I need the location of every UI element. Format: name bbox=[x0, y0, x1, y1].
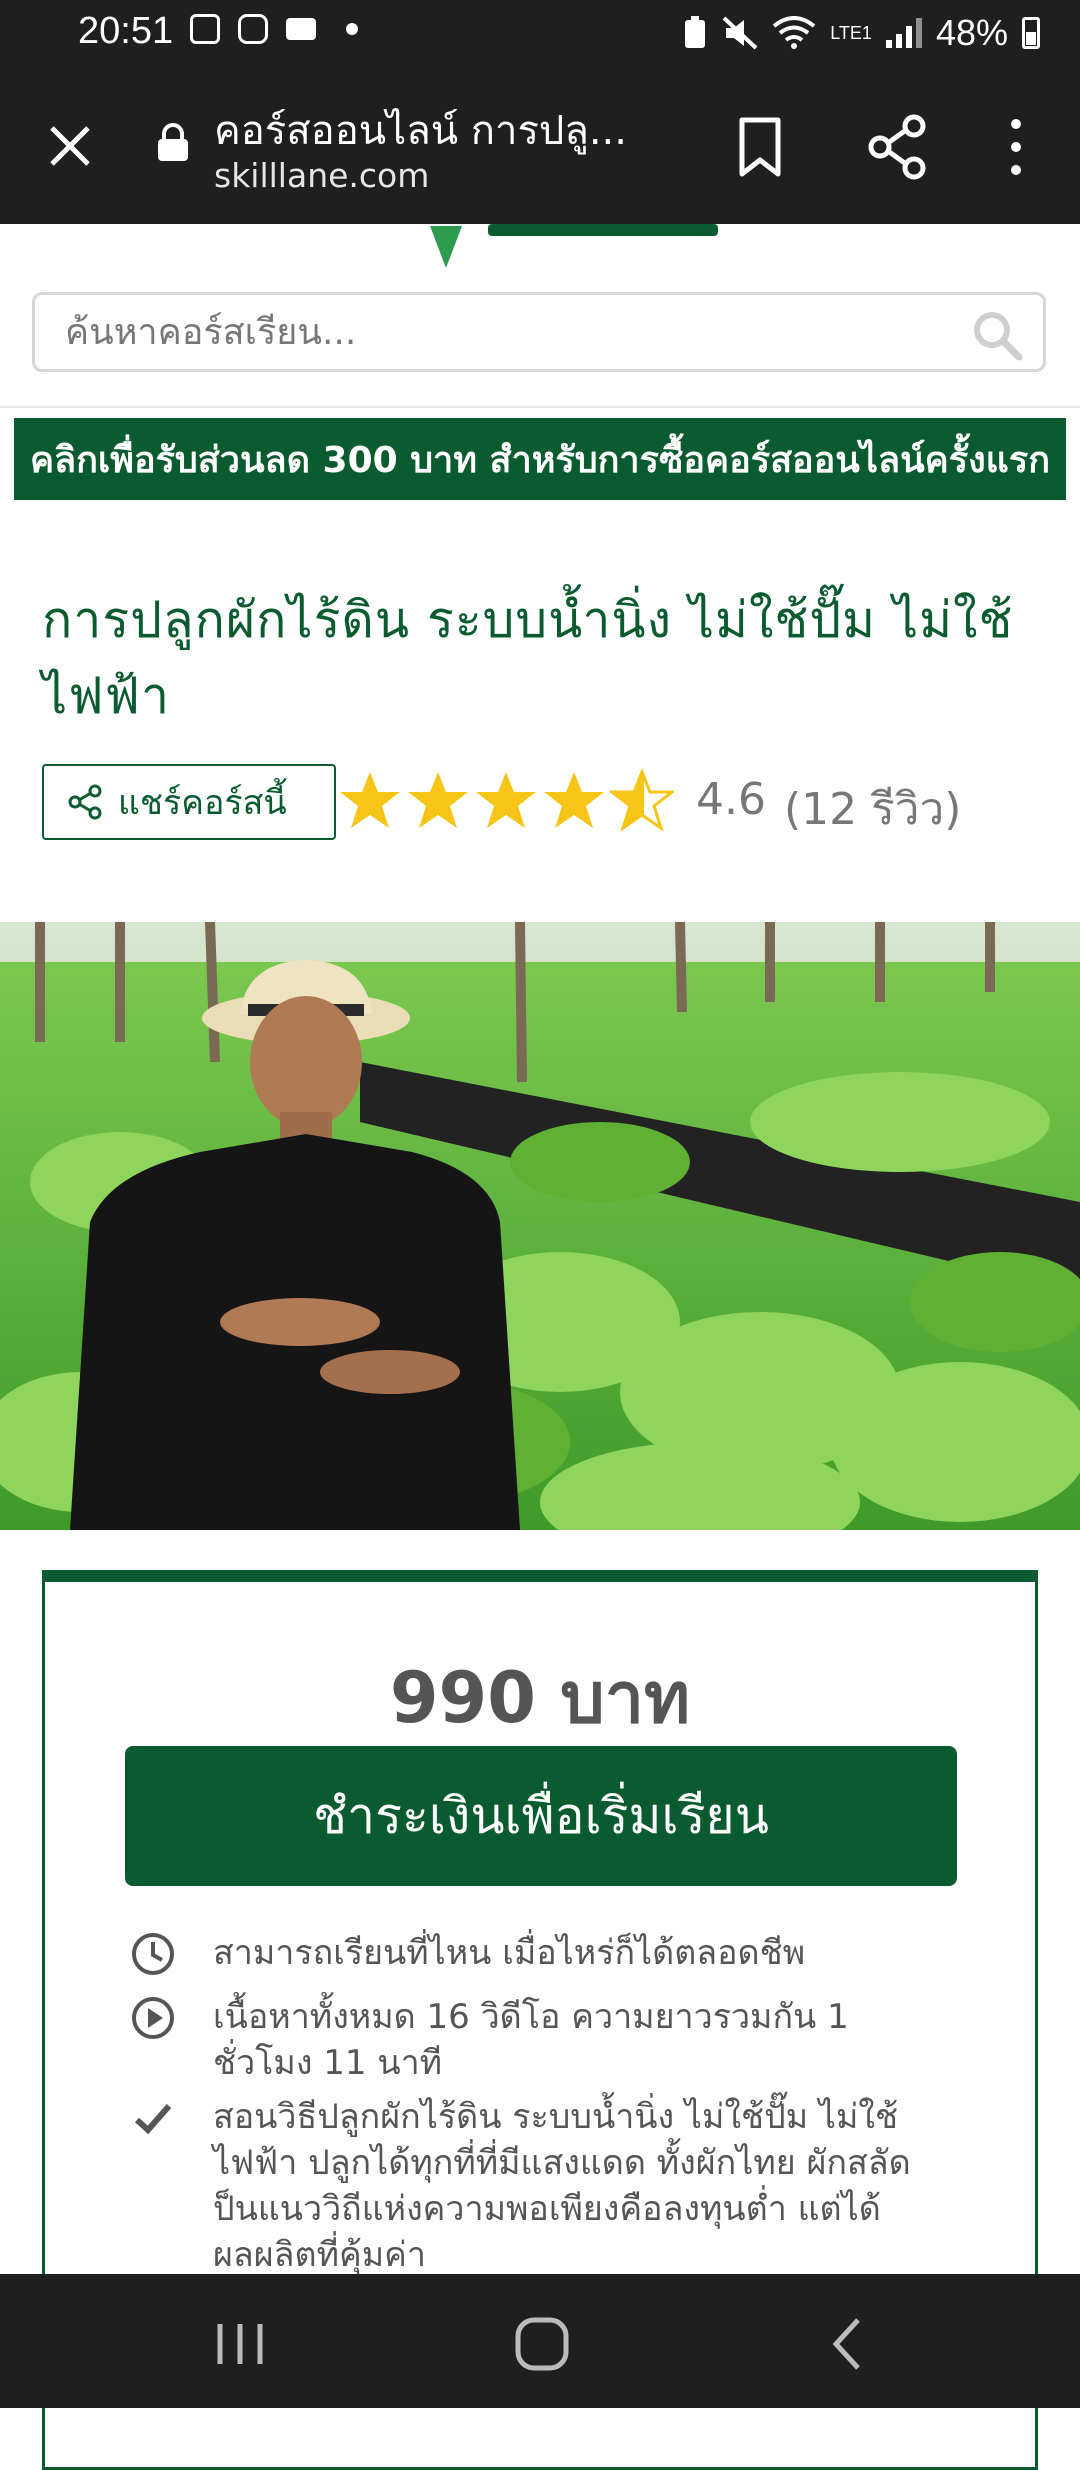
signal-icon bbox=[885, 18, 922, 48]
battery-percent: 48% bbox=[935, 12, 1008, 53]
search-icon[interactable] bbox=[971, 309, 1023, 361]
star-full-icon bbox=[476, 772, 536, 828]
share-icon bbox=[68, 784, 102, 820]
recents-button[interactable] bbox=[212, 2318, 268, 2370]
star-half-icon bbox=[610, 768, 674, 832]
bookmark-button[interactable] bbox=[730, 112, 790, 182]
status-bar: 20:51 LTE1 48% bbox=[0, 0, 1080, 68]
network-type: LTE1 bbox=[830, 23, 872, 43]
star-full-icon bbox=[408, 772, 468, 828]
home-button[interactable] bbox=[512, 2314, 572, 2374]
feature-text: สามารถเรียนที่ไหน เมื่อไหร่ก็ได้ตลอดชีพ bbox=[213, 1933, 806, 1973]
close-tab-button[interactable] bbox=[40, 116, 100, 176]
promo-banner[interactable]: คลิกเพื่อรับส่วนลด 300 บาท สำหรับการซื้อ… bbox=[14, 418, 1066, 500]
rating-stars bbox=[338, 768, 674, 832]
feature-video-count: เนื้อหาทั้งหมด 16 วิดีโอ ความยาวรวมกัน 1… bbox=[129, 1994, 949, 2086]
browser-toolbar: คอร์สออนไลน์ การปลู... skilllane.com bbox=[0, 68, 1080, 224]
review-count[interactable]: (12 รีวิว) bbox=[784, 774, 961, 844]
video-icon bbox=[286, 18, 316, 40]
battery-saver-icon bbox=[685, 16, 706, 48]
page-domain[interactable]: skilllane.com bbox=[214, 156, 429, 195]
status-time: 20:51 bbox=[78, 10, 174, 52]
search-input[interactable] bbox=[63, 311, 967, 354]
more-menu-button[interactable] bbox=[996, 112, 1036, 182]
notification-dot-icon bbox=[346, 23, 358, 35]
feature-description: สอนวิธีปลูกผักไร้ดิน ระบบน้ำนิ่ง ไม่ใช้ป… bbox=[129, 2094, 949, 2278]
battery-icon bbox=[1022, 17, 1040, 49]
check-icon bbox=[134, 2104, 172, 2135]
instagram-icon bbox=[238, 14, 268, 44]
course-title: การปลูกผักไร้ดิน ระบบน้ำนิ่ง ไม่ใช้ปั๊ม … bbox=[42, 591, 1014, 725]
play-circle-icon bbox=[132, 1997, 174, 2039]
lock-icon[interactable] bbox=[156, 122, 190, 162]
wifi-icon bbox=[773, 16, 816, 49]
back-button[interactable] bbox=[826, 2314, 866, 2374]
search-bar bbox=[32, 292, 1046, 372]
skilllane-logo-icon[interactable] bbox=[428, 224, 728, 268]
feature-text: สอนวิธีปลูกผักไร้ดิน ระบบน้ำนิ่ง ไม่ใช้ป… bbox=[213, 2097, 911, 2275]
course-price: 990 บาท bbox=[389, 1657, 691, 1739]
page-title[interactable]: คอร์สออนไลน์ การปลู... bbox=[214, 98, 684, 162]
clock-icon bbox=[132, 1933, 174, 1975]
mute-icon bbox=[722, 16, 758, 50]
rating-score: 4.6 bbox=[696, 774, 766, 825]
gallery-icon bbox=[190, 14, 220, 44]
share-course-button[interactable]: แชร์คอร์สนี้ bbox=[42, 764, 336, 840]
system-nav-bar bbox=[0, 2274, 1080, 2408]
feature-text: เนื้อหาทั้งหมด 16 วิดีโอ ความยาวรวมกัน 1… bbox=[213, 1997, 849, 2083]
star-full-icon bbox=[340, 772, 400, 828]
share-button[interactable] bbox=[862, 112, 932, 182]
course-preview-image[interactable] bbox=[0, 922, 1080, 1530]
share-course-label: แชร์คอร์สนี้ bbox=[118, 783, 287, 823]
feature-lifetime-access: สามารถเรียนที่ไหน เมื่อไหร่ก็ได้ตลอดชีพ bbox=[129, 1930, 949, 1978]
star-full-icon bbox=[544, 772, 604, 828]
course-video-thumbnail bbox=[0, 922, 1080, 1530]
pay-to-start-button[interactable]: ชำระเงินเพื่อเริ่มเรียน bbox=[125, 1746, 957, 1886]
